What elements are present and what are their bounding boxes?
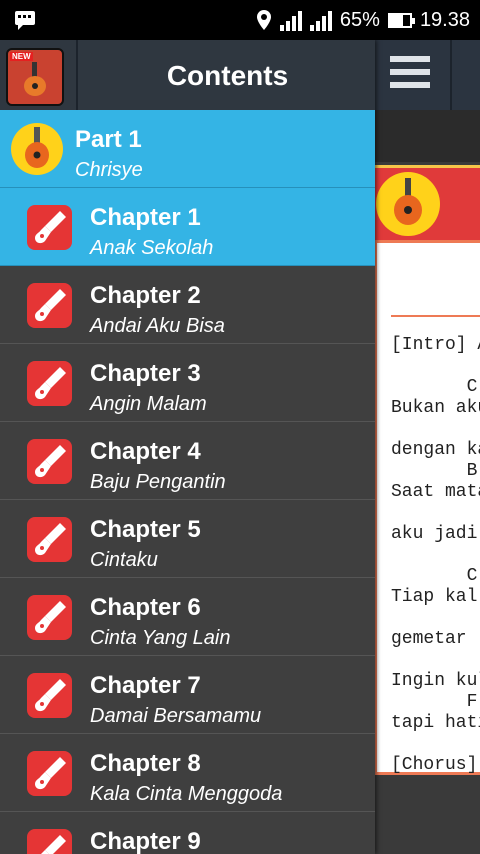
chapter-item[interactable]: Chapter 2 Andai Aku Bisa [0,266,375,344]
guitar-icon [27,439,72,484]
chapter-item[interactable]: Chapter 8 Kala Cinta Menggoda [0,734,375,812]
chapter-subtitle: Damai Bersamamu [90,705,262,727]
toolbar-divider [450,40,452,110]
guitar-logo-icon [376,172,440,236]
chapter-title: Chapter 4 [90,438,201,465]
chapter-item[interactable]: Chapter 5 Cintaku [0,500,375,578]
chapter-subtitle: Angin Malam [90,393,207,415]
battery-percent: 65% [339,8,380,31]
part-item[interactable]: Part 1 Chrisye [0,110,375,188]
guitar-icon [11,123,63,175]
chapter-subtitle: Andai Aku Bisa [90,315,225,337]
chapter-subtitle: Anak Sekolah [90,237,214,259]
lyrics-line [391,545,480,566]
lyrics-line: Bukan aku [391,398,480,418]
clock: 19.38 [419,8,470,31]
lyrics-line: [Intro] A [391,335,480,355]
drawer-title: Contents [166,60,289,91]
lyrics-line [391,419,480,440]
lyrics-line: dengan ka [391,440,480,460]
chapter-title: Chapter 8 [90,750,201,777]
chapter-item[interactable]: Chapter 3 Angin Malam [0,344,375,422]
app-logo: NEW [6,48,64,106]
lyrics-line: C [391,566,478,586]
guitar-icon [27,283,72,328]
chapter-item[interactable]: Chapter 1 Anak Sekolah [0,188,375,266]
content-band [374,110,480,162]
lyrics-line: gemetar [391,629,478,649]
hamburger-menu-icon[interactable] [390,56,430,96]
chapter-item[interactable]: Chapter 9 [0,812,375,854]
lyrics-line: aku jadi [391,524,478,544]
lyrics-line: Saat mata [391,482,480,502]
lyrics-card: [Intro] A C Bukan aku dengan ka B Saat mat… [374,240,480,775]
lyrics-line: B [391,461,478,481]
chapter-title: Chapter 1 [90,204,201,231]
chapter-title: Chapter 5 [90,516,201,543]
location-icon [256,10,271,30]
chapter-title: Chapter 9 [90,828,201,854]
chapter-subtitle: Kala Cinta Menggoda [90,783,283,805]
guitar-icon [27,205,72,250]
chapter-item[interactable]: Chapter 6 Cinta Yang Lain [0,578,375,656]
notification-icon [15,11,35,30]
content-view: [Intro] A C Bukan aku dengan ka B Saat mat… [374,40,480,854]
lyrics-line [391,650,480,671]
chapter-subtitle: Cintaku [90,549,158,571]
guitar-icon [27,595,72,640]
lyrics-line: F [391,692,478,712]
lyrics-line [391,356,480,377]
lyrics-line [391,734,480,755]
lyrics-text: [Intro] A C Bukan aku dengan ka B Saat mat… [391,335,480,776]
navigation-drawer: NEW Contents Part 1 Chrisye Chapter 1 Ana… [0,40,375,854]
lyrics-line: Ingin kul [391,671,480,691]
chapter-subtitle: Cinta Yang Lain [90,627,231,649]
guitar-icon [27,517,72,562]
lyrics-rule [391,315,480,317]
chapter-subtitle: Baju Pengantin [90,471,226,493]
guitar-icon [27,829,72,854]
content-header-banner [374,165,480,240]
guitar-icon [27,361,72,406]
content-toolbar [374,40,480,110]
contents-list: Part 1 Chrisye Chapter 1 Anak Sekolah Chap… [0,110,375,854]
chapter-title: Chapter 3 [90,360,201,387]
guitar-icon [27,673,72,718]
part-title: Part 1 [75,126,142,153]
signal-icon-2 [309,9,332,31]
drawer-header: NEW Contents [0,40,375,110]
chapter-title: Chapter 7 [90,672,201,699]
lyrics-line [391,608,480,629]
lyrics-line: Tiap kal [391,587,478,607]
signal-icon [279,9,302,31]
chapter-item[interactable]: Chapter 4 Baju Pengantin [0,422,375,500]
lyrics-line [391,503,480,524]
header-divider [76,40,78,110]
lyrics-line: [Chorus] [391,755,478,775]
status-bar: 65% 19.38 [0,0,480,40]
chapter-title: Chapter 6 [90,594,201,621]
chapter-item[interactable]: Chapter 7 Damai Bersamamu [0,656,375,734]
guitar-icon [27,751,72,796]
lyrics-line: tapi hati [391,713,480,733]
part-subtitle: Chrisye [75,159,143,181]
battery-icon [387,12,415,28]
lyrics-line: C [391,377,478,397]
chapter-title: Chapter 2 [90,282,201,309]
